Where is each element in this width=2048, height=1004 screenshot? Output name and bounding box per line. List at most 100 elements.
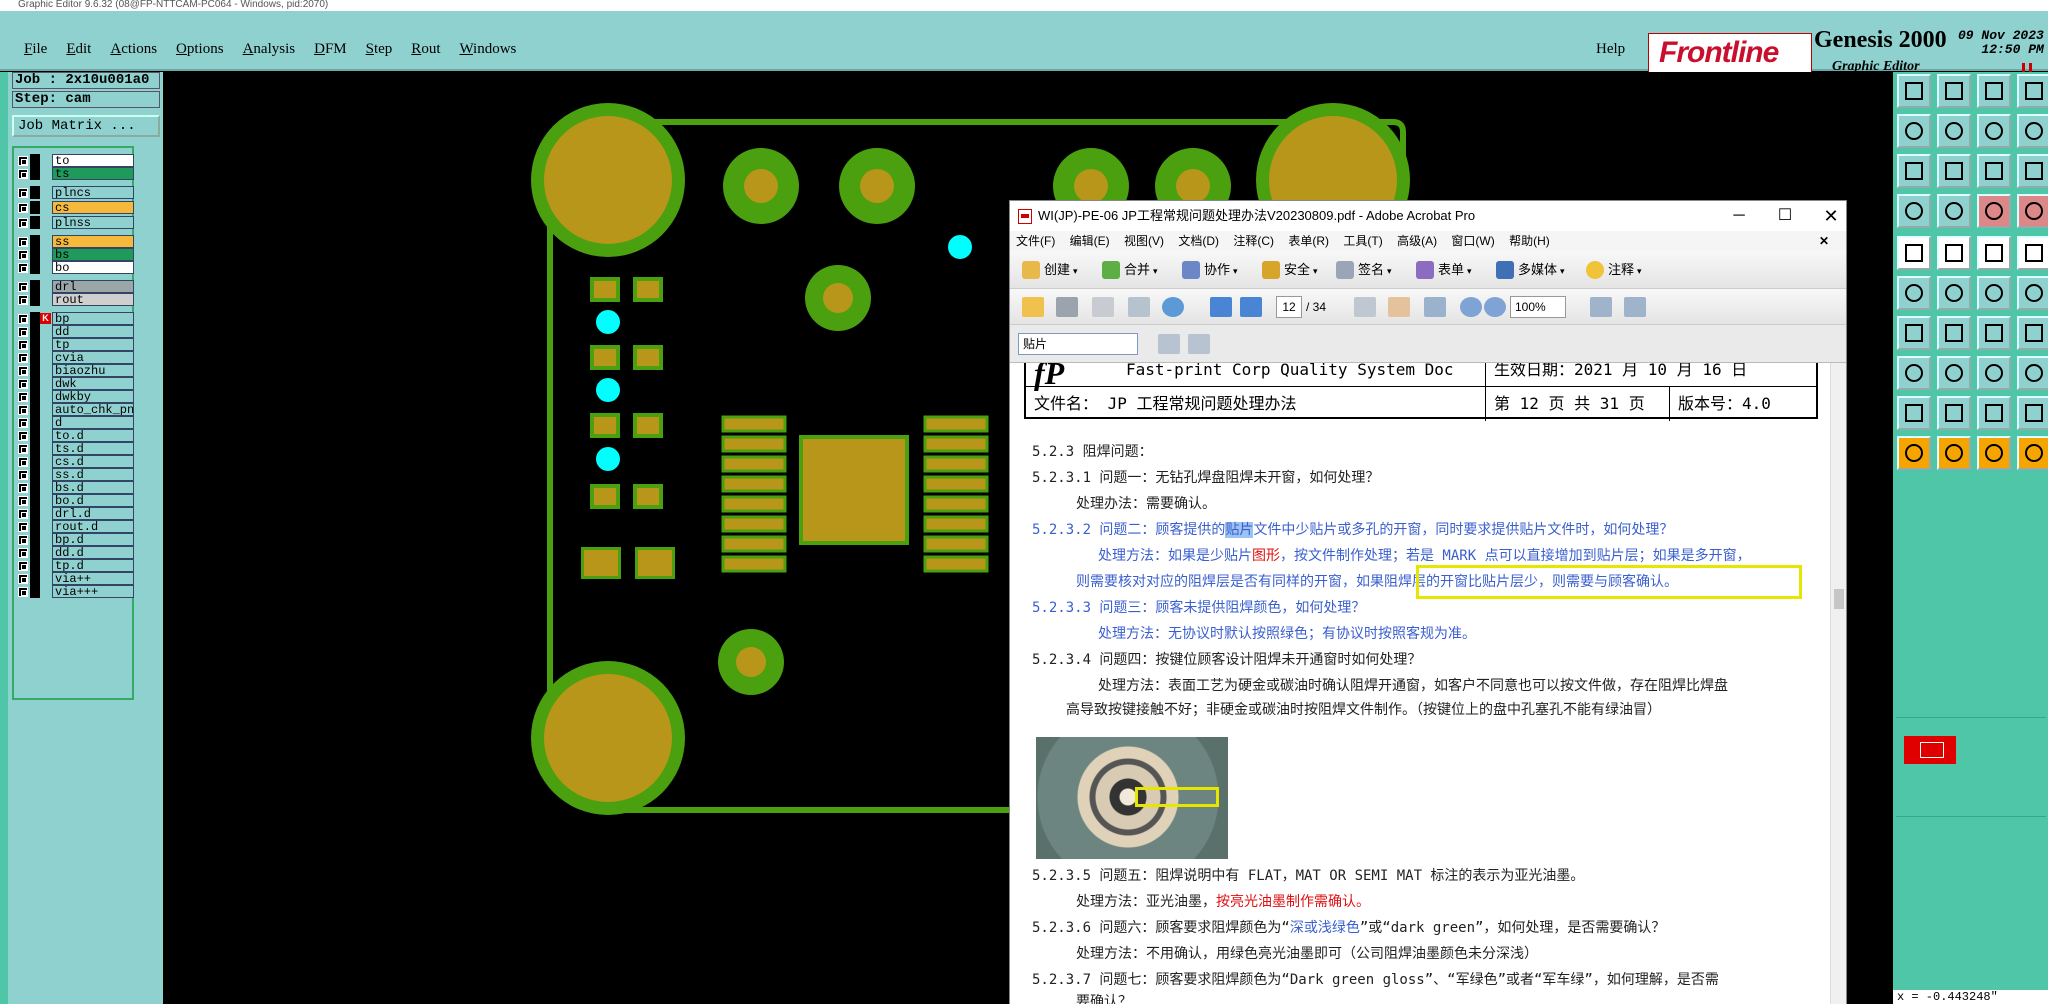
layer-state-cell[interactable] [30,167,40,180]
zoom-area-icon[interactable] [1977,74,2011,108]
layer-state-cell[interactable] [30,572,40,585]
acro-menu-tools[interactable]: 工具(T) [1343,234,1382,248]
zoom-level-select[interactable]: 100% [1510,296,1566,318]
layer-row-ts-d[interactable]: ts.d [16,442,134,455]
layer-checkbox[interactable] [18,295,28,305]
layer-state-cell[interactable] [30,468,40,481]
layer-row-drl-d[interactable]: drl.d [16,507,134,520]
triangle-d-icon[interactable] [2017,396,2048,430]
layer-checkbox[interactable] [18,379,28,389]
layers-icon[interactable] [1897,194,1931,228]
zoom-prev-icon[interactable] [2017,74,2048,108]
zoom-select-icon[interactable] [1897,276,1931,310]
doc-close-icon[interactable]: ✕ [1819,231,1829,251]
layer-row-cvia[interactable]: cvia [16,351,134,364]
layer-row-ss[interactable]: ss [16,235,134,248]
menu-dfm[interactable]: DFM [314,41,347,58]
acro-menu-comments[interactable]: 注释(C) [1233,234,1274,248]
page-number-input[interactable]: 12 [1276,296,1302,318]
grid-tool-icon[interactable] [1977,276,2011,310]
save-icon[interactable] [1092,297,1114,317]
layer-row-tp[interactable]: tp [16,338,134,351]
layer-row-bp-d[interactable]: bp.d [16,533,134,546]
layer-state-cell[interactable] [30,235,40,248]
print-icon[interactable] [1056,297,1078,317]
layer-name[interactable]: via++ [52,572,134,585]
zoom-in-icon[interactable] [1484,297,1506,317]
layer-state-cell[interactable] [30,559,40,572]
layer-checkbox[interactable] [18,405,28,415]
layer-state-cell[interactable] [30,585,40,598]
layer-row-bo[interactable]: bo [16,261,134,274]
acro-menu-edit[interactable]: 编辑(E) [1070,234,1110,248]
search-prev-icon[interactable] [1158,334,1180,354]
layer-state-cell[interactable] [30,186,40,199]
layer-state-cell[interactable] [30,546,40,559]
acro-menu-window[interactable]: 窗口(W) [1451,234,1494,248]
layer-state-cell[interactable] [30,494,40,507]
layer-state-cell[interactable] [30,216,40,229]
layer-state-cell[interactable] [30,507,40,520]
acro-menu-advanced[interactable]: 高级(A) [1397,234,1437,248]
zoom-fit-icon[interactable] [1937,74,1971,108]
layer-state-cell[interactable] [30,429,40,442]
layer-name[interactable]: tp [52,338,134,351]
layer-name[interactable]: ts [52,167,134,180]
layer-row-bs-d[interactable]: bs.d [16,481,134,494]
layer-row-biaozhu[interactable]: biaozhu [16,364,134,377]
bookmark-search-field[interactable]: 贴片 [1018,333,1138,355]
feature-select-icon[interactable] [1937,194,1971,228]
layer-checkbox[interactable] [18,218,28,228]
select-red-icon[interactable] [1977,436,2011,470]
layer-checkbox[interactable] [18,587,28,597]
select-arrow-icon[interactable] [1897,436,1931,470]
menu-edit[interactable]: Edit [66,41,91,58]
maximize-button[interactable]: ☐ [1762,201,1808,231]
layer-state-cell[interactable] [30,364,40,377]
layer-checkbox[interactable] [18,431,28,441]
layer-state-cell[interactable] [30,455,40,468]
layer-name[interactable]: plncs [52,186,134,199]
vertical-scrollbar[interactable] [1830,363,1846,1004]
security-button[interactable]: 安全 [1262,260,1318,280]
layer-checkbox[interactable] [18,574,28,584]
snap-node-icon[interactable] [1897,356,1931,390]
menu-rout[interactable]: Rout [411,41,440,58]
center-icon[interactable] [1937,154,1971,188]
layer-name[interactable]: biaozhu [52,364,134,377]
layer-name[interactable]: via+++ [52,585,134,598]
layer-name[interactable]: rout.d [52,520,134,533]
combine-button[interactable]: 合并 [1102,260,1158,280]
next-page-icon[interactable] [1240,297,1262,317]
multimedia-button[interactable]: 多媒体 [1496,260,1565,280]
layer-state-cell[interactable] [30,416,40,429]
line-tool-icon[interactable] [1977,236,2011,270]
layer-row-rout[interactable]: rout [16,293,134,306]
layer-row-d[interactable]: d [16,416,134,429]
layer-name[interactable]: ss.d [52,468,134,481]
layer-checkbox[interactable] [18,457,28,467]
minimize-button[interactable]: ─ [1716,201,1762,231]
layer-checkbox[interactable] [18,561,28,571]
add-line-icon[interactable] [1937,316,1971,350]
acro-menu-file[interactable]: 文件(F) [1016,234,1055,248]
acro-menu-forms[interactable]: 表单(R) [1288,234,1329,248]
layer-checkbox[interactable] [18,444,28,454]
collaborate-button[interactable]: 协作 [1182,260,1238,280]
scale-1-2-icon[interactable] [1977,154,2011,188]
add-arc-icon[interactable] [1897,316,1931,350]
layer-checkbox[interactable] [18,483,28,493]
color-tool-icon[interactable] [2017,194,2048,228]
layer-state-cell[interactable] [30,261,40,274]
layer-row-via--[interactable]: via++ [16,572,134,585]
layer-name[interactable]: cs.d [52,455,134,468]
layer-name[interactable]: dd [52,325,134,338]
layer-name[interactable]: bp.d [52,533,134,546]
layer-name[interactable]: d [52,416,134,429]
layer-name[interactable]: rout [52,293,134,306]
layer-state-cell[interactable] [30,293,40,306]
layer-name[interactable]: bs [52,248,134,261]
zoom-1-2-icon[interactable] [1977,114,2011,148]
layer-checkbox[interactable] [18,169,28,179]
layer-row-dwk[interactable]: dwk [16,377,134,390]
